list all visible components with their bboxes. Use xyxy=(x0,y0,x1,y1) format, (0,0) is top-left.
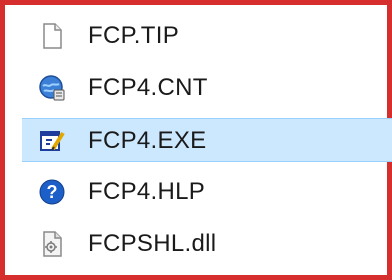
file-item-fcp-tip[interactable]: FCP.TIP xyxy=(22,14,392,58)
file-name: FCP.TIP xyxy=(88,22,180,49)
application-icon xyxy=(40,131,65,151)
file-item-fcp4-exe[interactable]: FCP4.EXE xyxy=(22,118,392,162)
file-item-fcp4-cnt[interactable]: FCP4.CNT xyxy=(22,66,392,110)
help-question-icon: ? xyxy=(39,179,65,205)
help-contents-icon xyxy=(39,75,65,101)
file-list: FCP.TIP FCP4.CNT FCP4.EXE ? FCP4.HLP FCP… xyxy=(10,10,392,280)
file-name: FCPSHL.dll xyxy=(88,230,217,257)
text-file-icon xyxy=(43,23,62,49)
file-name: FCP4.HLP xyxy=(88,178,206,205)
file-name: FCP4.EXE xyxy=(88,127,207,154)
file-item-fcpshl-dll[interactable]: FCPSHL.dll xyxy=(22,222,392,266)
svg-text:?: ? xyxy=(47,182,58,202)
dll-file-icon xyxy=(43,231,62,257)
file-name: FCP4.CNT xyxy=(88,74,208,101)
highlight-frame: FCP.TIP FCP4.CNT FCP4.EXE ? FCP4.HLP FCP… xyxy=(0,0,392,280)
file-item-fcp4-hlp[interactable]: ? FCP4.HLP xyxy=(22,170,392,214)
